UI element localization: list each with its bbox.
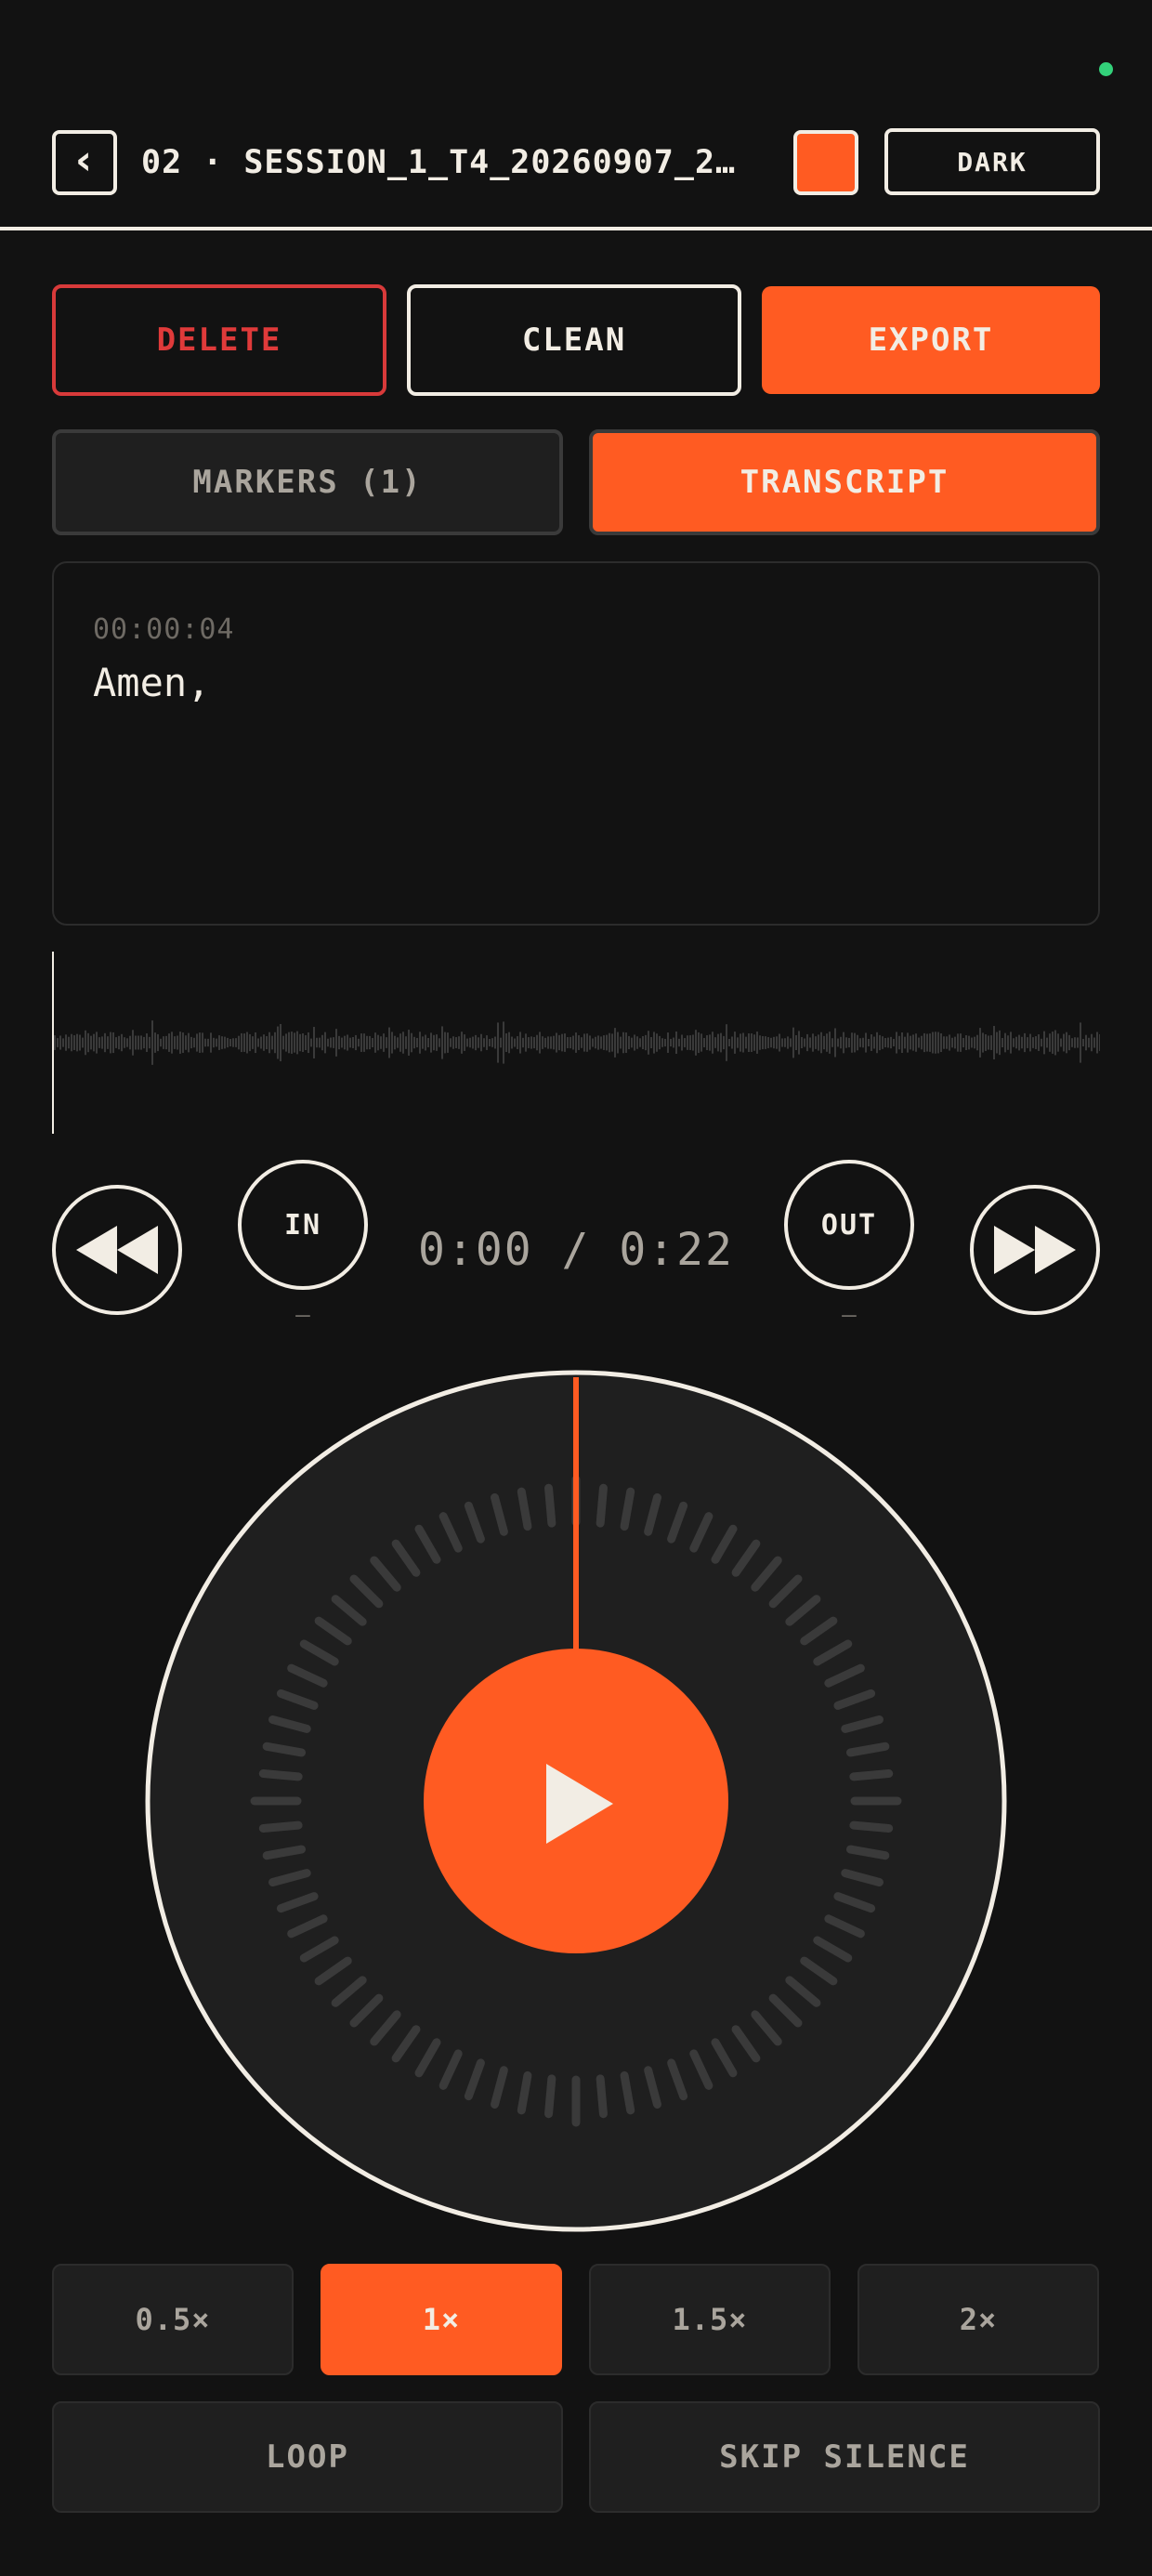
jog-wheel[interactable]: [145, 1370, 1007, 2232]
rewind-icon: [76, 1226, 158, 1274]
waveform-playhead[interactable]: [52, 952, 54, 1134]
mark-in-button[interactable]: IN: [238, 1160, 368, 1290]
loop-button[interactable]: LOOP: [52, 2401, 563, 2513]
tab-markers[interactable]: MARKERS (1): [52, 429, 563, 535]
tab-transcript[interactable]: TRANSCRIPT: [589, 429, 1100, 535]
mark-out-button[interactable]: OUT: [784, 1160, 914, 1290]
mark-out-value: –: [842, 1301, 857, 1329]
time-readout: 0:00 / 0:22: [418, 1224, 734, 1276]
chevron-left-icon: ‹: [74, 136, 95, 184]
speed-1x-button[interactable]: 1×: [321, 2264, 562, 2375]
play-button[interactable]: [424, 1649, 728, 1953]
transcript-timestamp[interactable]: 00:00:04: [93, 613, 235, 646]
status-indicator: [1099, 62, 1113, 76]
waveform[interactable]: [52, 952, 1100, 1134]
waveform-bars: [54, 1020, 1100, 1065]
transcript-panel: 00:00:04 Amen,: [52, 561, 1100, 926]
fast-forward-button[interactable]: [970, 1185, 1100, 1315]
speed-1.5x-button[interactable]: 1.5×: [589, 2264, 831, 2375]
skip-silence-button[interactable]: SKIP SILENCE: [589, 2401, 1100, 2513]
delete-button[interactable]: DELETE: [52, 284, 386, 396]
clean-button[interactable]: CLEAN: [407, 284, 741, 396]
mark-in-value: –: [295, 1301, 310, 1329]
back-button[interactable]: ‹: [52, 130, 117, 195]
session-title: 02 · SESSION_1_T4_20260907_2…: [141, 144, 737, 181]
color-swatch-button[interactable]: [793, 130, 858, 195]
transcript-text[interactable]: Amen,: [93, 660, 210, 705]
theme-toggle-button[interactable]: DARK: [884, 128, 1100, 195]
export-button[interactable]: EXPORT: [762, 286, 1100, 394]
speed-2x-button[interactable]: 2×: [857, 2264, 1099, 2375]
rewind-button[interactable]: [52, 1185, 182, 1315]
fast-forward-icon: [994, 1226, 1076, 1274]
header-divider: [0, 227, 1152, 230]
speed-0.5x-button[interactable]: 0.5×: [52, 2264, 294, 2375]
